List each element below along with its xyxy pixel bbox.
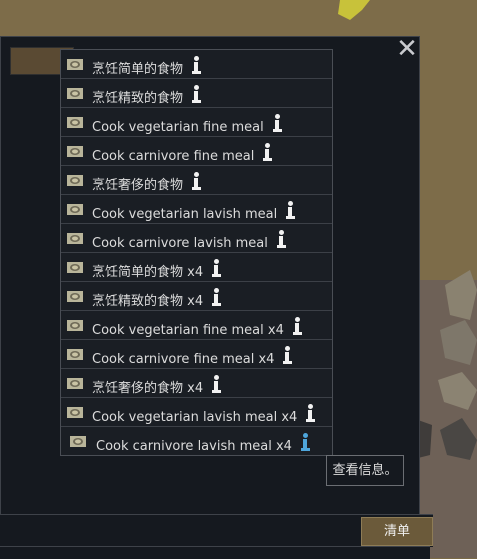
fine-meal-icon — [67, 88, 83, 99]
recipe-label-wrap: Cook vegetarian fine meal — [92, 114, 282, 135]
recipe-label: 烹饪奢侈的食物 — [92, 178, 184, 193]
recipe-label-wrap: 烹饪奢侈的食物 — [92, 172, 202, 193]
recipe-menu-item[interactable]: Cook carnivore fine meal x4 — [61, 340, 332, 369]
recipe-label-wrap: Cook vegetarian lavish meal x4 — [92, 404, 316, 425]
info-icon[interactable] — [306, 404, 316, 424]
fine-meal-icon — [67, 291, 83, 302]
recipe-label: Cook carnivore lavish meal — [92, 236, 268, 251]
recipe-menu-item[interactable]: 烹饪简单的食物 x4 — [61, 253, 332, 282]
carnivore-lavish-meal-icon — [70, 436, 86, 447]
carnivore-fine-meal-icon — [67, 146, 83, 157]
info-icon[interactable] — [292, 317, 302, 337]
recipe-label-wrap: 烹饪精致的食物 — [92, 85, 202, 106]
info-icon[interactable] — [192, 56, 202, 76]
recipe-label: Cook carnivore fine meal x4 — [92, 352, 275, 367]
recipe-menu-item[interactable]: Cook vegetarian fine meal x4 — [61, 311, 332, 340]
recipe-label: 烹饪精致的食物 x4 — [92, 294, 204, 309]
info-icon[interactable] — [300, 433, 310, 453]
recipe-label: Cook vegetarian lavish meal — [92, 207, 278, 222]
info-icon[interactable] — [192, 172, 202, 192]
recipe-menu-item[interactable]: 烹饪奢侈的食物 — [61, 166, 332, 195]
recipe-menu-item[interactable]: Cook vegetarian lavish meal — [61, 195, 332, 224]
carnivore-lavish-meal-icon — [67, 233, 83, 244]
recipe-menu-item[interactable]: Cook carnivore lavish meal — [61, 224, 332, 253]
vegetarian-fine-meal-icon — [67, 117, 83, 128]
bottom-panel-strip — [0, 546, 430, 559]
info-icon[interactable] — [263, 143, 273, 163]
recipe-label: Cook vegetarian fine meal — [92, 120, 264, 135]
simple-meal-icon — [67, 262, 83, 273]
vegetarian-fine-meal-icon — [67, 320, 83, 331]
recipe-label-wrap: Cook carnivore lavish meal — [92, 230, 286, 251]
recipe-label: 烹饪简单的食物 x4 — [92, 265, 204, 280]
info-icon[interactable] — [212, 288, 222, 308]
recipe-menu-item[interactable]: 烹饪奢侈的食物 x4 — [61, 369, 332, 398]
recipe-label: Cook vegetarian lavish meal x4 — [92, 410, 298, 425]
info-icon[interactable] — [212, 259, 222, 279]
recipe-label-wrap: Cook carnivore fine meal x4 — [92, 346, 293, 367]
info-tooltip: 查看信息。 — [326, 455, 404, 486]
bills-button[interactable]: 清单 — [361, 517, 433, 546]
recipe-menu-item[interactable]: Cook carnivore fine meal — [61, 137, 332, 166]
info-icon[interactable] — [286, 201, 296, 221]
recipe-label: 烹饪精致的食物 — [92, 91, 184, 106]
info-icon[interactable] — [276, 230, 286, 250]
info-icon[interactable] — [272, 114, 282, 134]
lavish-meal-icon — [67, 175, 83, 186]
recipe-label-wrap: 烹饪简单的食物 — [92, 56, 202, 77]
recipe-label-wrap: 烹饪简单的食物 x4 — [92, 259, 222, 280]
recipe-label-wrap: Cook vegetarian fine meal x4 — [92, 317, 302, 338]
info-icon[interactable] — [283, 346, 293, 366]
recipe-label: 烹饪简单的食物 — [92, 62, 184, 77]
lavish-meal-icon — [67, 378, 83, 389]
recipe-menu-item[interactable]: 烹饪精致的食物 — [61, 79, 332, 108]
info-icon[interactable] — [212, 375, 222, 395]
vegetarian-lavish-meal-icon — [67, 407, 83, 418]
recipe-label: Cook carnivore lavish meal x4 — [96, 439, 292, 454]
recipe-menu-item[interactable]: Cook carnivore lavish meal x4 — [61, 427, 332, 455]
recipe-menu: 烹饪简单的食物 烹饪精致的食物 Cook vegetarian fine meal C… — [60, 49, 333, 456]
carnivore-fine-meal-icon — [67, 349, 83, 360]
info-icon[interactable] — [192, 85, 202, 105]
recipe-menu-item[interactable]: 烹饪精致的食物 x4 — [61, 282, 332, 311]
recipe-label-wrap: Cook carnivore fine meal — [92, 143, 273, 164]
simple-meal-icon — [67, 59, 83, 70]
recipe-menu-item[interactable]: Cook vegetarian lavish meal x4 — [61, 398, 332, 427]
recipe-menu-item[interactable]: 烹饪简单的食物 — [61, 50, 332, 79]
recipe-label-wrap: 烹饪奢侈的食物 x4 — [92, 375, 222, 396]
vegetarian-lavish-meal-icon — [67, 204, 83, 215]
recipe-label-wrap: 烹饪精致的食物 x4 — [92, 288, 222, 309]
recipe-label: 烹饪奢侈的食物 x4 — [92, 381, 204, 396]
recipe-label-wrap: Cook carnivore lavish meal x4 — [96, 433, 310, 454]
recipe-label-wrap: Cook vegetarian lavish meal — [92, 201, 296, 222]
recipe-label: Cook vegetarian fine meal x4 — [92, 323, 284, 338]
recipe-menu-item[interactable]: Cook vegetarian fine meal — [61, 108, 332, 137]
recipe-label: Cook carnivore fine meal — [92, 149, 255, 164]
close-icon[interactable]: ✕ — [394, 36, 420, 63]
